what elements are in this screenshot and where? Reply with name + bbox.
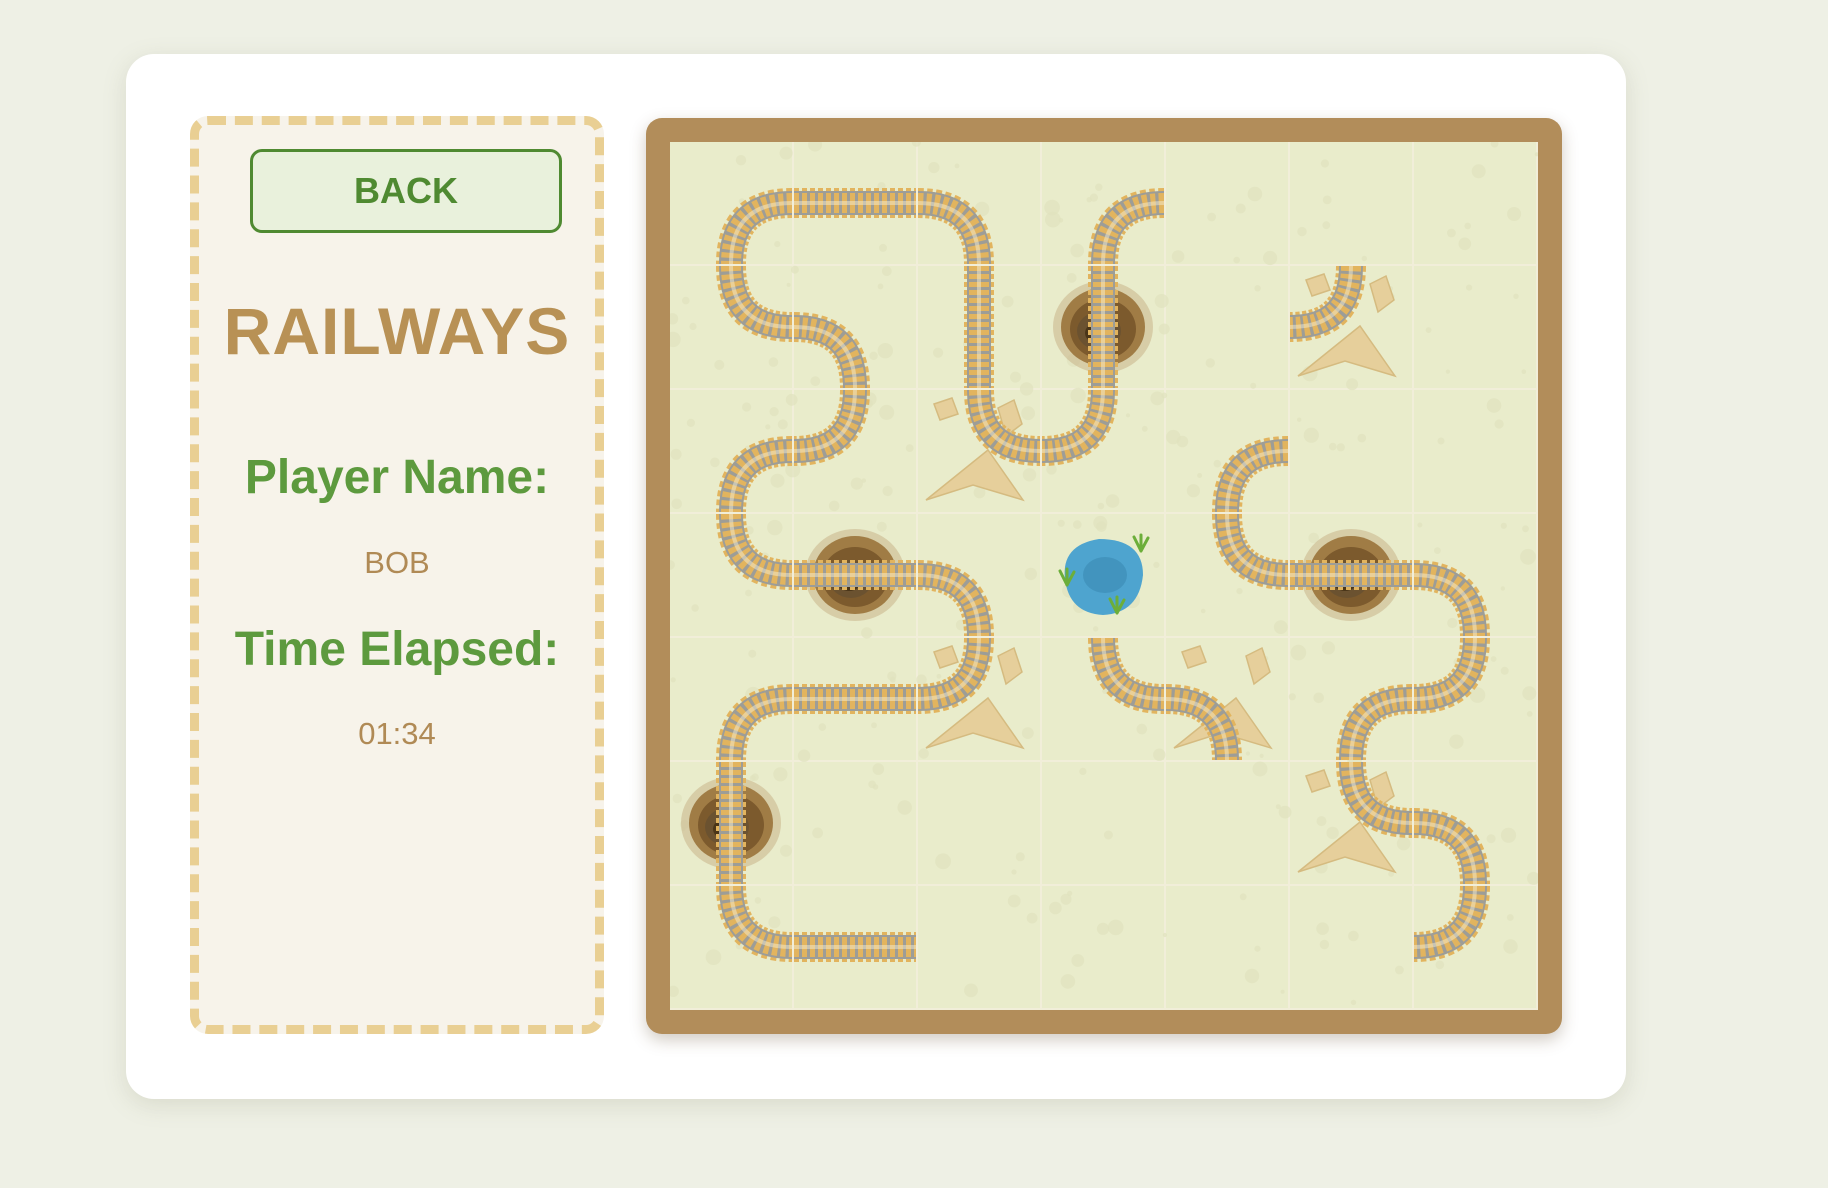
track-piece: [1413, 637, 1490, 714]
track-piece: [1212, 436, 1289, 513]
track-piece: [1088, 637, 1165, 714]
board-overlay: [670, 142, 1538, 1006]
track-piece: [917, 560, 994, 637]
track-piece: [716, 885, 793, 962]
track-piece: [716, 684, 793, 761]
track-piece: [793, 312, 870, 389]
time-elapsed-label: Time Elapsed:: [234, 623, 560, 676]
game-title: RAILWAYS: [223, 294, 571, 368]
time-elapsed-value: 01:34: [358, 716, 436, 751]
track-piece: [1336, 684, 1413, 761]
back-button[interactable]: BACK: [250, 149, 562, 233]
track-piece: [716, 265, 793, 342]
track-piece: [716, 513, 793, 590]
track-piece: [1413, 885, 1490, 962]
track-piece: [1413, 560, 1490, 637]
track-piece: [716, 188, 793, 265]
board-frame: [646, 118, 1562, 1034]
player-name-value: BOB: [364, 545, 430, 580]
player-name-label: Player Name:: [244, 451, 550, 504]
track-piece: [1212, 513, 1289, 590]
track-piece: [793, 389, 870, 466]
track-piece: [1088, 188, 1165, 265]
track-piece: [917, 188, 994, 265]
track-piece: [1413, 808, 1490, 885]
sidebar-panel: BACK RAILWAYS Player Name: BOB Time Elap…: [190, 116, 604, 1034]
game-board: [670, 142, 1538, 1010]
